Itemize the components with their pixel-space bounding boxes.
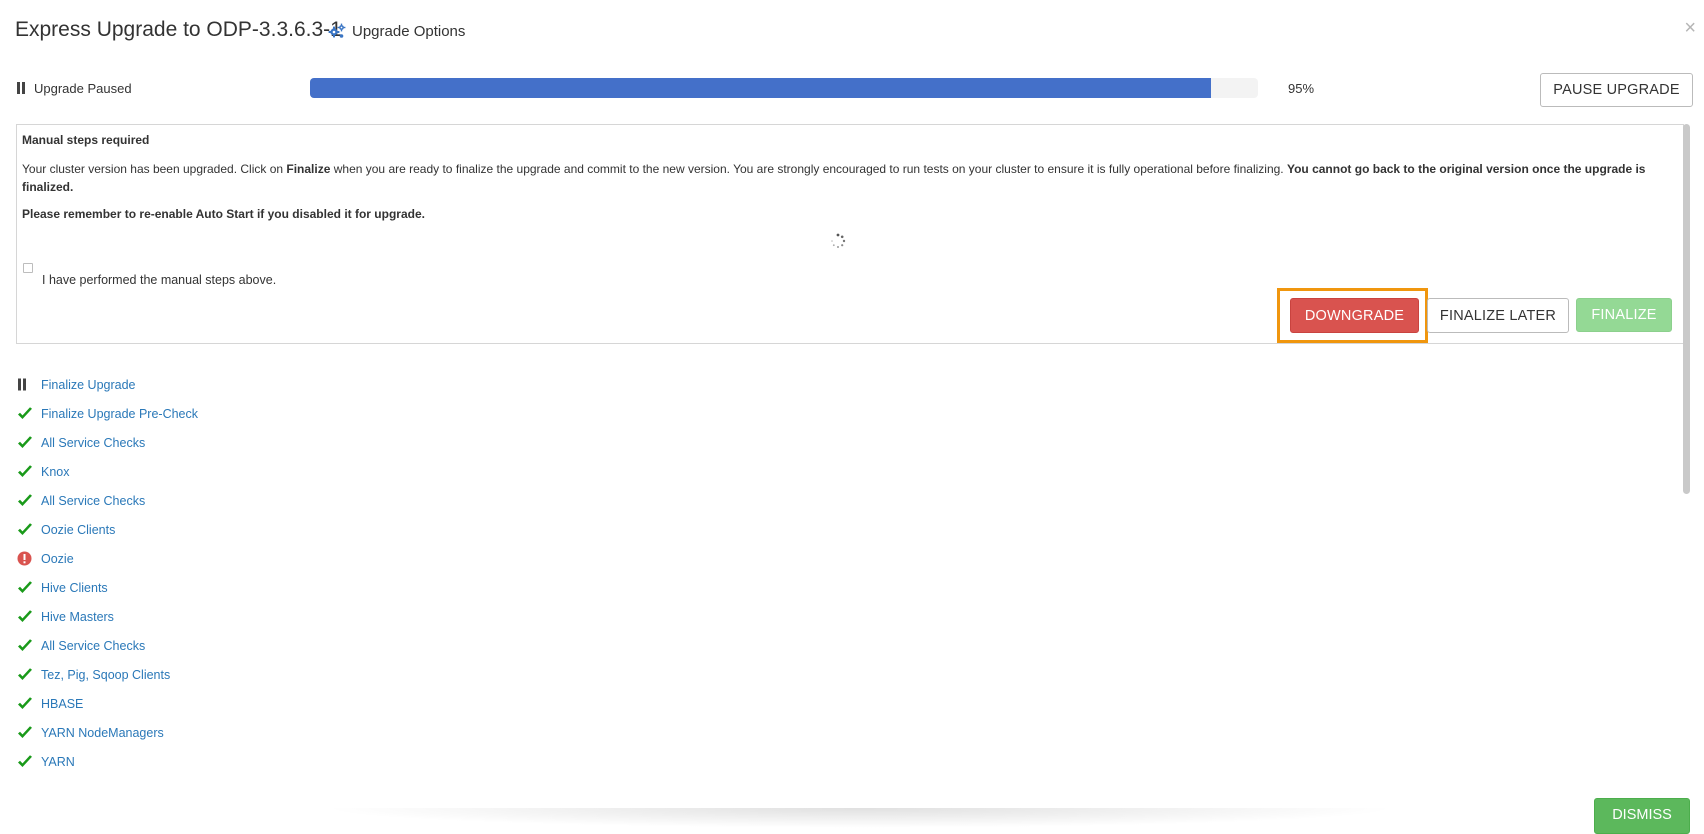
task-link[interactable]: All Service Checks: [41, 436, 145, 450]
scrollbar[interactable]: [1683, 124, 1690, 494]
task-item: All Service Checks: [17, 631, 198, 660]
task-link[interactable]: Finalize Upgrade: [41, 378, 136, 392]
error-icon: [17, 550, 39, 568]
task-item: HBASE: [17, 689, 198, 718]
check-icon: [17, 405, 39, 423]
progress-fill: [310, 78, 1211, 98]
task-link[interactable]: Finalize Upgrade Pre-Check: [41, 407, 198, 421]
task-item: Hive Clients: [17, 573, 198, 602]
manual-steps-text: Your cluster version has been upgraded. …: [22, 160, 1652, 196]
manual-text-part: when you are ready to finalize the upgra…: [330, 162, 1287, 176]
check-icon: [17, 608, 39, 626]
check-icon: [17, 666, 39, 684]
task-link[interactable]: YARN: [41, 755, 75, 769]
check-icon: [17, 637, 39, 655]
pause-upgrade-button[interactable]: PAUSE UPGRADE: [1540, 73, 1693, 107]
task-link[interactable]: Tez, Pig, Sqoop Clients: [41, 668, 170, 682]
check-icon: [17, 463, 39, 481]
task-link[interactable]: All Service Checks: [41, 494, 145, 508]
footer-shadow: [320, 808, 1400, 828]
finalize-later-button[interactable]: FINALIZE LATER: [1427, 298, 1569, 333]
task-item: Oozie: [17, 544, 198, 573]
check-icon: [17, 695, 39, 713]
task-item: YARN NodeManagers: [17, 718, 198, 747]
pause-icon: [17, 82, 25, 94]
finalize-emphasis: Finalize: [286, 162, 331, 176]
check-icon: [17, 521, 39, 539]
task-link[interactable]: Oozie: [41, 552, 74, 566]
task-item: All Service Checks: [17, 486, 198, 515]
task-item: Hive Masters: [17, 602, 198, 631]
upgrade-progress-bar: [310, 78, 1258, 98]
loading-spinner-icon: [831, 233, 846, 248]
task-item: Oozie Clients: [17, 515, 198, 544]
manual-steps-checkbox[interactable]: [23, 263, 33, 273]
task-item: Finalize Upgrade: [17, 370, 198, 399]
dismiss-button[interactable]: DISMISS: [1594, 798, 1690, 834]
task-item: Knox: [17, 457, 198, 486]
task-link[interactable]: Hive Masters: [41, 610, 114, 624]
task-link[interactable]: All Service Checks: [41, 639, 145, 653]
gears-icon: [328, 23, 346, 38]
downgrade-button[interactable]: DOWNGRADE: [1290, 298, 1419, 333]
task-item: Finalize Upgrade Pre-Check: [17, 399, 198, 428]
task-link[interactable]: Knox: [41, 465, 70, 479]
upgrade-status: Upgrade Paused: [17, 80, 132, 96]
upgrade-options-label: Upgrade Options: [352, 22, 466, 40]
upgrade-task-list: Finalize Upgrade Finalize Upgrade Pre-Che…: [17, 370, 198, 776]
check-icon: [17, 434, 39, 452]
manual-steps-checkbox-label: I have performed the manual steps above.: [42, 273, 277, 287]
auto-start-reminder: Please remember to re-enable Auto Start …: [22, 207, 425, 221]
check-icon: [17, 492, 39, 510]
check-icon: [17, 724, 39, 742]
modal-title: Express Upgrade to ODP-3.3.6.3-1: [15, 18, 342, 41]
progress-percent: 95%: [1288, 81, 1315, 96]
manual-steps-title: Manual steps required: [22, 133, 150, 147]
manual-text-part: Your cluster version has been upgraded. …: [22, 162, 287, 176]
pause-icon: [17, 376, 39, 394]
check-icon: [17, 579, 39, 597]
close-icon[interactable]: ×: [1684, 17, 1696, 40]
task-link[interactable]: Oozie Clients: [41, 523, 115, 537]
status-label: Upgrade Paused: [34, 80, 132, 96]
task-link[interactable]: Hive Clients: [41, 581, 108, 595]
task-item: All Service Checks: [17, 428, 198, 457]
upgrade-options-link[interactable]: Upgrade Options: [328, 20, 465, 42]
finalize-button[interactable]: FINALIZE: [1576, 298, 1672, 332]
task-item: Tez, Pig, Sqoop Clients: [17, 660, 198, 689]
check-icon: [17, 753, 39, 771]
task-item: YARN: [17, 747, 198, 776]
task-link[interactable]: HBASE: [41, 697, 83, 711]
task-link[interactable]: YARN NodeManagers: [41, 726, 164, 740]
